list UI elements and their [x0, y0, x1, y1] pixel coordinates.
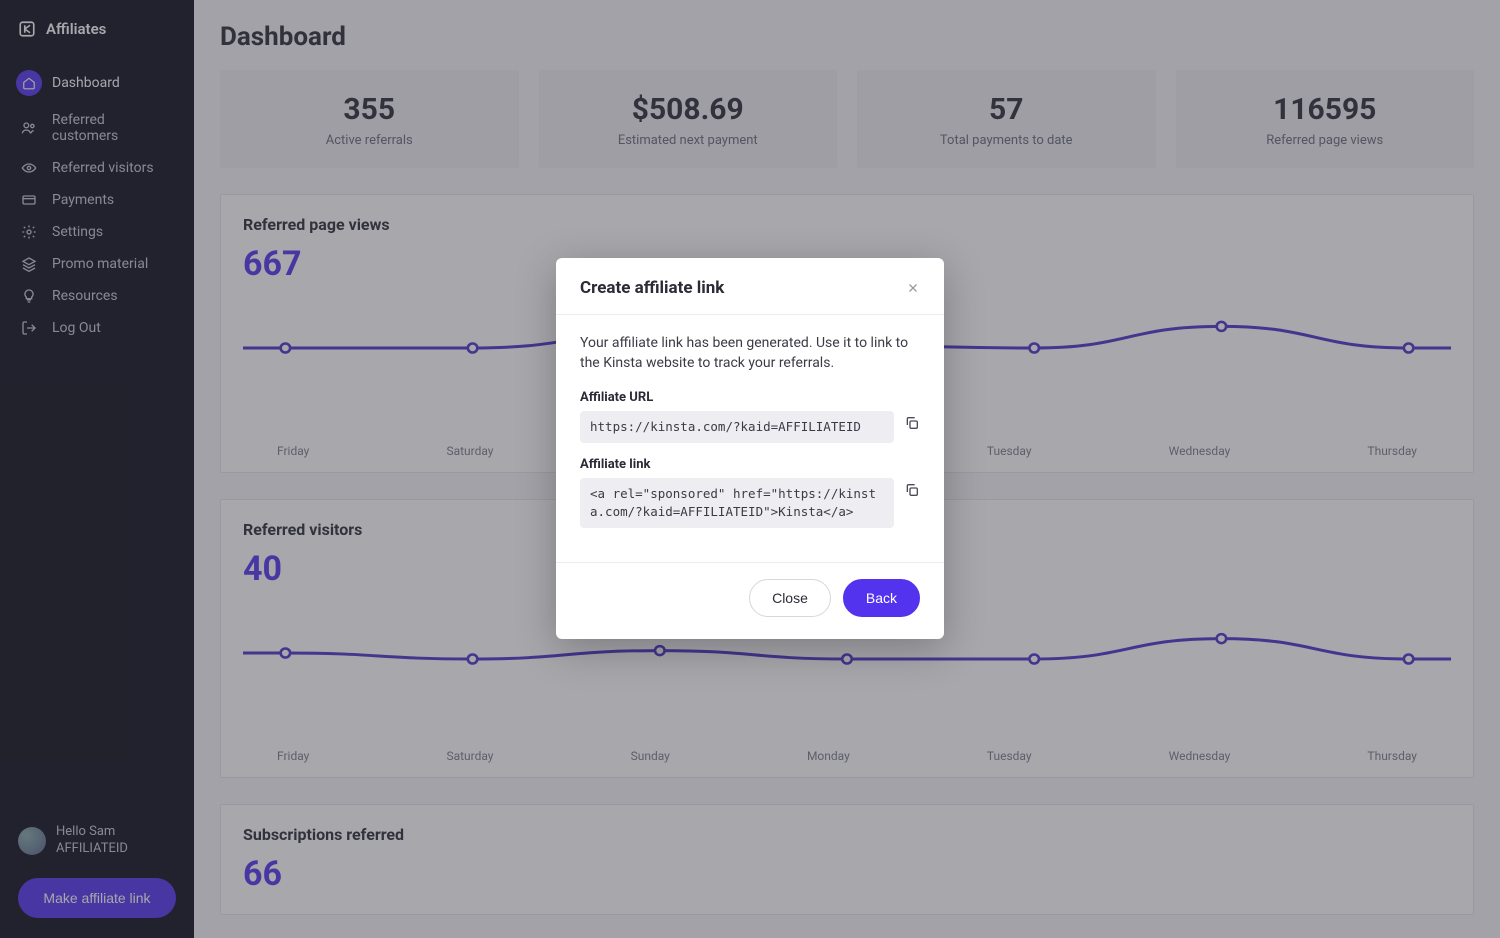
- close-button[interactable]: Close: [749, 579, 831, 617]
- modal-overlay[interactable]: Create affiliate link Your affiliate lin…: [0, 0, 1500, 938]
- create-affiliate-link-modal: Create affiliate link Your affiliate lin…: [556, 258, 944, 639]
- modal-title: Create affiliate link: [580, 278, 724, 298]
- affiliate-url-label: Affiliate URL: [580, 390, 920, 405]
- affiliate-link-label: Affiliate link: [580, 457, 920, 472]
- copy-link-button[interactable]: [904, 478, 920, 498]
- modal-body: Your affiliate link has been generated. …: [556, 315, 944, 562]
- copy-url-button[interactable]: [904, 411, 920, 431]
- close-icon[interactable]: [906, 281, 920, 295]
- back-button[interactable]: Back: [843, 579, 920, 617]
- modal-footer: Close Back: [556, 562, 944, 639]
- affiliate-url-value[interactable]: https://kinsta.com/?kaid=AFFILIATEID: [580, 411, 894, 443]
- modal-intro-text: Your affiliate link has been generated. …: [580, 333, 920, 374]
- modal-header: Create affiliate link: [556, 258, 944, 315]
- affiliate-link-value[interactable]: <a rel="sponsored" href="https://kinsta.…: [580, 478, 894, 528]
